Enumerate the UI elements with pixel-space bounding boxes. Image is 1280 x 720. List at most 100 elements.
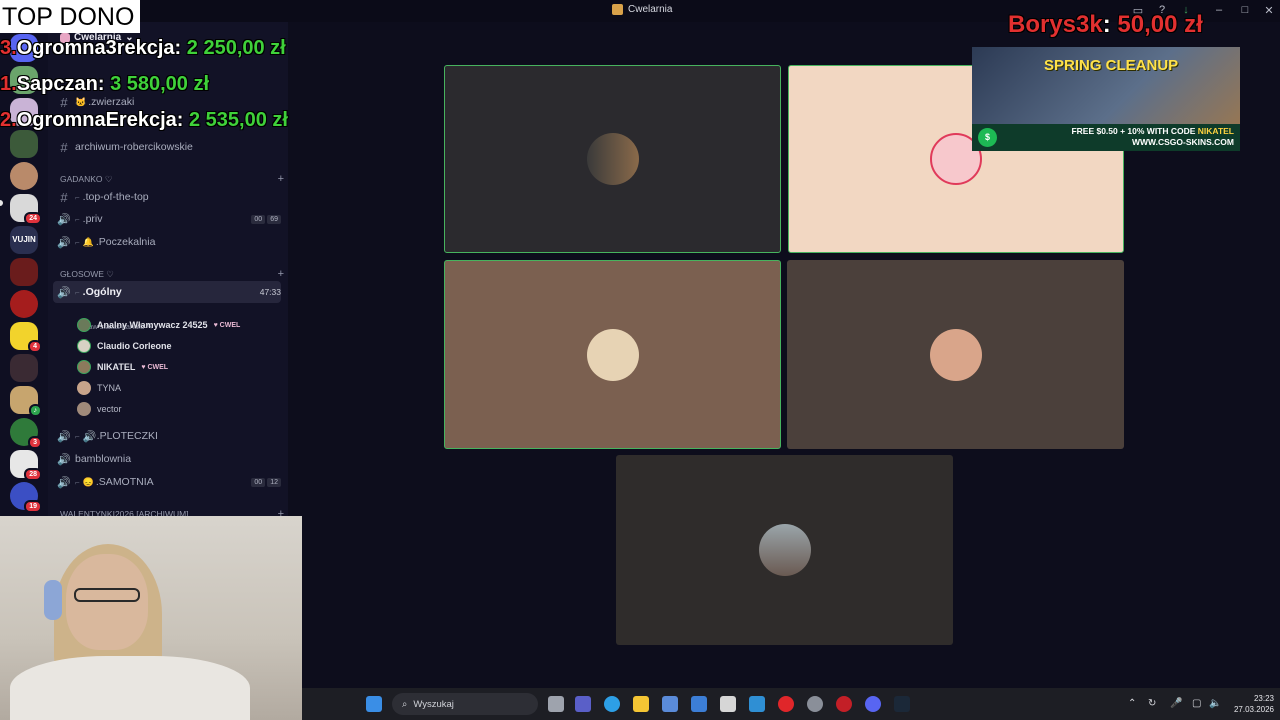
channel-samotnia[interactable]: 🔊 ⌐ 😞 .SAMOTNIA 00 12 [53, 472, 281, 492]
mail-icon[interactable] [691, 696, 707, 712]
thread-icon: ⌐ [75, 237, 80, 247]
mention-badge: 19 [24, 500, 42, 513]
server-icon-vujin[interactable]: VUJIN [10, 226, 38, 254]
text-channel-icon: # [60, 189, 68, 205]
volume-icon[interactable]: 🔈 [1209, 698, 1221, 709]
taskbar-search[interactable]: ⌕ Wyszukaj [392, 693, 538, 715]
participant-avatar [929, 328, 982, 381]
start-icon[interactable] [366, 696, 382, 712]
minimize-button[interactable]: – [1212, 4, 1226, 16]
video-tile[interactable] [444, 260, 781, 449]
app-icon[interactable] [807, 696, 823, 712]
avatar [77, 318, 91, 332]
server-icon[interactable]: ♪ [10, 386, 42, 417]
channel-list: Cwelarnia ⌄ # 🐱 .zwierzaki # archiwum-ro… [48, 22, 288, 520]
donation-rank: 3. [0, 37, 17, 59]
window-title: Cwelarnia [612, 4, 672, 15]
search-placeholder: Wyszukaj [413, 698, 454, 710]
edge-icon[interactable] [604, 696, 620, 712]
video-tile[interactable] [616, 455, 953, 645]
category-label: GŁOSOWE ♡ [60, 268, 114, 279]
donation-entry: 3.Ogromna3rekcja: 2 250,00 zł [0, 37, 286, 60]
voice-channel-icon: 🔊 [57, 453, 71, 466]
server-icon[interactable] [10, 258, 38, 286]
donation-amount: 3 580,00 zł [110, 73, 210, 95]
server-icon[interactable] [10, 354, 38, 382]
discord-icon[interactable] [865, 696, 881, 712]
bell-icon: 🔔 [82, 236, 94, 247]
latest-donation-amount: 50,00 zł [1117, 11, 1203, 38]
donation-amount: 2 250,00 zł [186, 37, 286, 59]
thread-icon: ⌐ [75, 287, 80, 297]
category-glosowe[interactable]: GŁOSOWE ♡ + [60, 268, 284, 280]
add-channel-icon[interactable]: + [278, 268, 284, 280]
store-icon[interactable] [662, 696, 678, 712]
donor-name: OgromnaErekcja: [16, 109, 184, 131]
maximize-button[interactable]: □ [1238, 4, 1252, 16]
promo-text: FREE $0.50 + 10% WITH CODE [1071, 126, 1198, 136]
webcam-person-hoodie [10, 656, 250, 720]
close-button[interactable]: ✕ [1262, 4, 1276, 17]
voice-user[interactable]: TYNA [77, 379, 277, 397]
server-icon[interactable]: 24 [10, 194, 42, 225]
server-icon[interactable]: 4 [10, 322, 42, 353]
channel-ploteczki[interactable]: 🔊 ⌐ 🔊 .PLOTECZKI [53, 426, 281, 446]
avatar [77, 339, 91, 353]
voice-user[interactable]: Claudio Corleone [77, 337, 277, 355]
voice-user[interactable]: NIKATEL ♥ CWEL [77, 358, 277, 376]
steam-icon[interactable] [894, 696, 910, 712]
channel-poczekalnia[interactable]: 🔊 ⌐ 🔔 .Poczekalnia [53, 232, 281, 252]
file-explorer-icon[interactable] [633, 696, 649, 712]
category-label: GADANKO ♡ [60, 173, 113, 184]
server-icon[interactable]: 3 [10, 418, 42, 449]
voice-timer: 47:33 [259, 287, 281, 297]
server-icon[interactable]: 28 [10, 450, 42, 481]
user-count: 00 12 [251, 477, 281, 487]
video-tile[interactable] [444, 65, 781, 253]
app-icon[interactable] [749, 696, 765, 712]
server-icon[interactable]: 19 [10, 482, 42, 513]
add-channel-icon[interactable]: + [278, 173, 284, 185]
server-icon[interactable] [10, 162, 38, 190]
participant-avatar [586, 133, 639, 185]
user-name: Analny Włamywacz 24525 [97, 320, 208, 330]
network-icon[interactable]: ▢ [1192, 698, 1201, 709]
voice-user[interactable]: Analny Włamywacz 24525 ♥ CWEL [77, 316, 277, 334]
channel-label: .Ogólny [82, 286, 122, 298]
task-view-icon[interactable] [548, 696, 564, 712]
voice-channel-icon: 🔊 [57, 430, 71, 443]
text-channel-icon: # [60, 94, 68, 110]
chevron-up-icon[interactable]: ⌃ [1128, 698, 1136, 709]
window-title-text: Cwelarnia [628, 4, 673, 15]
screen: Cwelarnia ▭ ? ↓ – □ ✕ 24 VUJIN 4 ♪ 3 28 … [0, 0, 1280, 720]
webcam-person-glasses [74, 588, 140, 602]
category-gadanko[interactable]: GADANKO ♡ + [60, 173, 284, 185]
video-tile[interactable] [787, 260, 1124, 449]
avatar [77, 360, 91, 374]
app-icon[interactable] [720, 696, 736, 712]
banner-headline: SPRING CLEANUP [1044, 57, 1179, 74]
opera-icon[interactable] [778, 696, 794, 712]
channel-label: .top-of-the-top [82, 191, 149, 203]
avatar [77, 381, 91, 395]
channel-ogolny[interactable]: 🔊 ⌐ .Ogólny 47:33 [53, 281, 281, 303]
channel-label: bamblownia [75, 453, 132, 465]
sync-icon[interactable]: ↻ [1148, 698, 1156, 709]
teams-icon[interactable] [575, 696, 591, 712]
count-current: 00 [251, 214, 266, 224]
banner-promo: FREE $0.50 + 10% WITH CODE NIKATEL WWW.C… [1071, 126, 1234, 148]
server-icon[interactable] [10, 130, 38, 158]
clock[interactable]: 23:23 27.03.2026 [1226, 693, 1274, 715]
voice-user[interactable]: vector [77, 400, 277, 418]
channel-archiwum[interactable]: # archiwum-robercikowskie [53, 137, 281, 157]
participant-avatar [586, 328, 639, 381]
channel-priv[interactable]: 🔊 ⌐ .priv 00 69 [53, 209, 281, 229]
opera-gx-icon[interactable] [836, 696, 852, 712]
server-icon[interactable] [10, 290, 38, 318]
channel-bamblownia[interactable]: 🔊 bamblownia [53, 449, 281, 469]
avatar [77, 402, 91, 416]
latest-donation: Borys3k: 50,00 zł [1008, 11, 1203, 39]
sponsor-banner: SPRING CLEANUP $ FREE $0.50 + 10% WITH C… [972, 47, 1240, 151]
channel-top-of-the-top[interactable]: # ⌐ .top-of-the-top [53, 187, 281, 207]
microphone-icon[interactable]: 🎤 [1170, 698, 1182, 709]
